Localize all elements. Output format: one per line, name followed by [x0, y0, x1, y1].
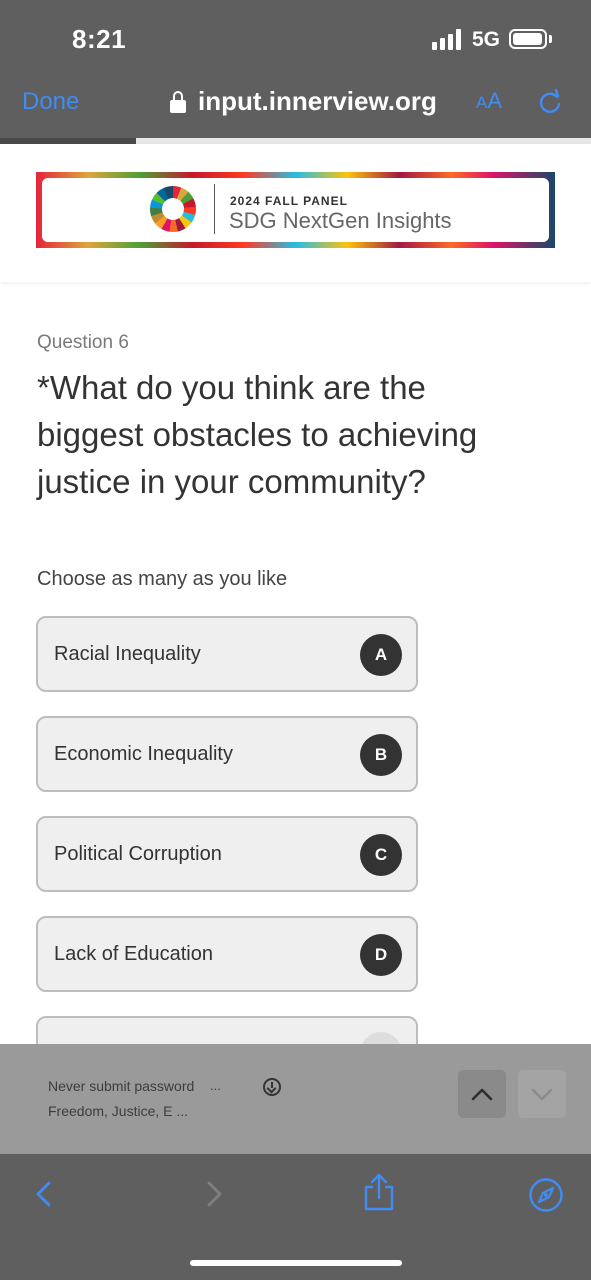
autofill-suggestion[interactable]: Freedom, Justice, E ...	[48, 1103, 188, 1119]
autofill-more: ...	[210, 1078, 221, 1093]
autofill-accessory-bar: Never submit password Freedom, Justice, …	[0, 1044, 591, 1154]
autofill-suggestion[interactable]: Never submit password	[48, 1078, 194, 1094]
option-label: Lack of Education	[54, 943, 213, 965]
option-economic-inequality[interactable]: Economic Inequality B	[36, 716, 418, 792]
option-key-badge: C	[360, 834, 402, 876]
banner-kicker: 2024 FALL PANEL	[230, 194, 348, 208]
text-size-small-label: A	[476, 93, 488, 112]
option-label: Economic Inequality	[54, 743, 233, 765]
banner-divider	[214, 184, 215, 234]
battery-cap	[549, 35, 552, 43]
cellular-signal-icon	[432, 28, 464, 50]
banner-title: SDG NextGen Insights	[229, 208, 452, 233]
chevron-left-icon[interactable]	[28, 1178, 60, 1210]
question-text: *What do you think are the biggest obsta…	[37, 369, 478, 500]
option-key-badge: B	[360, 734, 402, 776]
option-lack-of-education[interactable]: Lack of Education D	[36, 916, 418, 992]
option-key-badge: D	[360, 934, 402, 976]
home-indicator	[190, 1260, 402, 1266]
option-key-badge: A	[360, 634, 402, 676]
done-button[interactable]: Done	[22, 88, 79, 116]
battery-icon	[509, 29, 547, 49]
next-field-button[interactable]	[518, 1070, 566, 1118]
lock-icon	[168, 90, 188, 114]
option-racial-inequality[interactable]: Racial Inequality A	[36, 616, 418, 692]
network-type: 5G	[472, 28, 501, 51]
panel-banner: 2024 FALL PANEL SDG NextGen Insights	[36, 172, 555, 248]
share-icon[interactable]	[361, 1172, 397, 1212]
question-hint: Choose as many as you like	[37, 568, 288, 590]
chevron-up-icon	[471, 1088, 493, 1101]
status-time: 8:21	[72, 24, 127, 54]
survey-header: 2024 FALL PANEL SDG NextGen Insights	[0, 144, 591, 282]
sdg-wheel-logo	[150, 186, 196, 232]
text-size-button[interactable]: AA	[476, 88, 502, 114]
browser-address-bar: Done input.innerview.org AA	[0, 70, 591, 138]
chevron-right-icon[interactable]	[198, 1178, 230, 1210]
text-size-big-label: A	[487, 88, 503, 113]
question-number: Question 6	[37, 332, 129, 353]
option-label: Political Corruption	[54, 843, 222, 865]
option-political-corruption[interactable]: Political Corruption C	[36, 816, 418, 892]
url-field[interactable]: input.innerview.org	[168, 86, 437, 117]
status-bar: 8:21 5G	[0, 0, 591, 70]
option-label: Racial Inequality	[54, 643, 201, 665]
reload-icon[interactable]	[536, 88, 564, 116]
previous-field-button[interactable]	[458, 1070, 506, 1118]
url-text: input.innerview.org	[198, 86, 437, 116]
compass-icon[interactable]	[527, 1176, 565, 1214]
chevron-down-icon	[531, 1088, 553, 1101]
download-circle-icon[interactable]	[263, 1078, 281, 1096]
